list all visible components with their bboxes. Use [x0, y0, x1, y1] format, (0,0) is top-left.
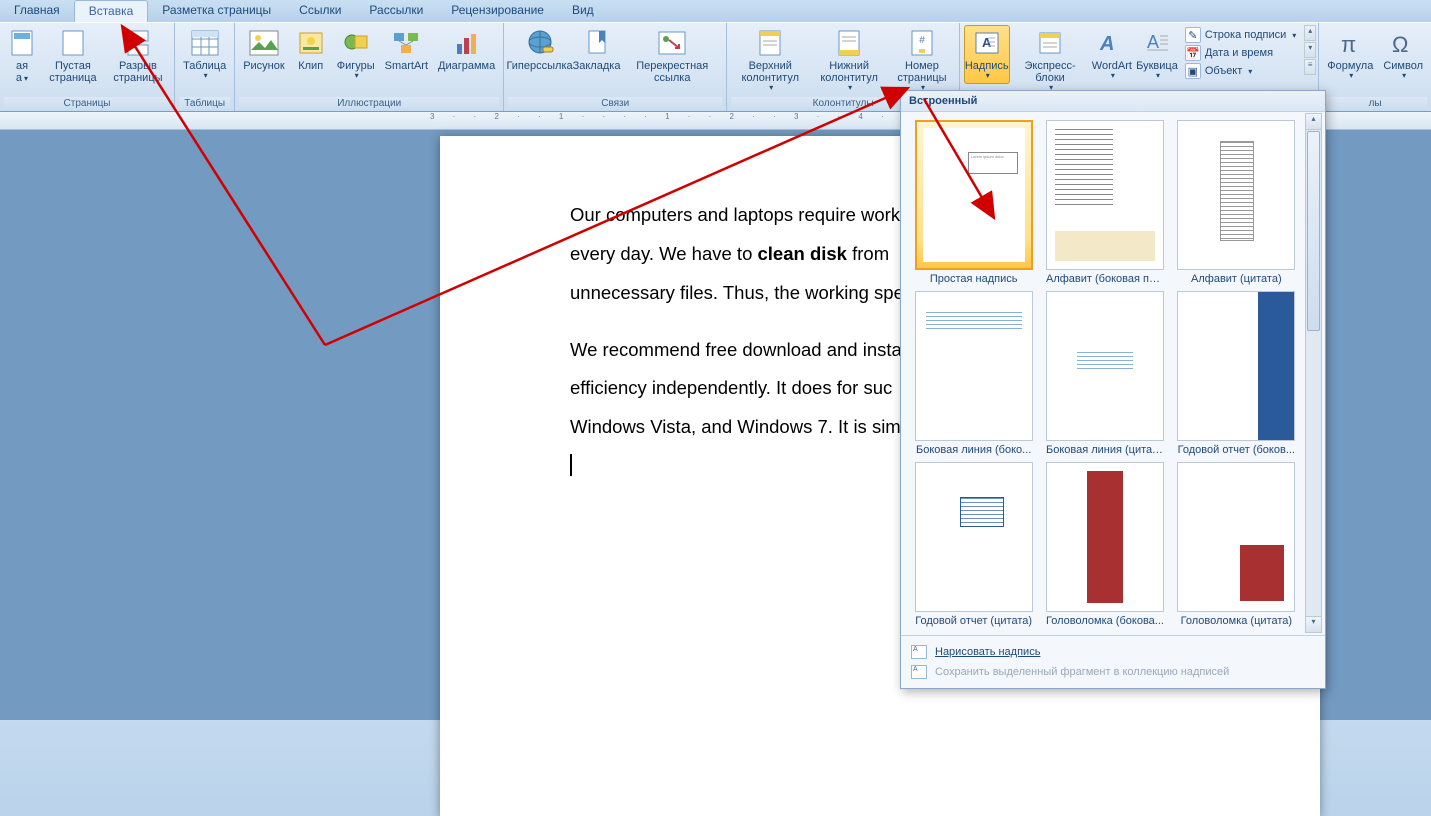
object-button[interactable]: ▣Объект [1185, 63, 1296, 79]
gallery-item-simple[interactable]: Lorem ipsum dolor Простая надпись [911, 120, 1036, 285]
textbox-button[interactable]: AНадпись [964, 25, 1010, 84]
pagenumber-button[interactable]: #Номер страницы [889, 25, 955, 96]
tab-home[interactable]: Главная [0, 0, 74, 22]
header-button[interactable]: Верхний колонтитул [731, 25, 809, 96]
draw-textbox-button[interactable]: Нарисовать надпись [909, 642, 1317, 662]
group-pages-label: Страницы [4, 97, 170, 111]
gallery-item-alphabet-quote[interactable]: Алфавит (цитата) [1174, 120, 1299, 285]
group-illustrations: Рисунок Клип Фигуры SmartArt Диаграмма И… [235, 23, 504, 111]
tab-view[interactable]: Вид [558, 0, 608, 22]
svg-text:π: π [1341, 32, 1356, 56]
gallery-item-puzzle-side[interactable]: Головоломка (бокова... [1042, 462, 1167, 627]
hyperlink-button[interactable]: Гиперссылка [508, 25, 571, 75]
tab-references[interactable]: Ссылки [285, 0, 355, 22]
bookmark-button[interactable]: Закладка [573, 25, 620, 75]
group-links-label: Связи [508, 97, 722, 111]
gallery-item-alphabet-side[interactable]: Алфавит (боковая по... [1042, 120, 1167, 285]
ribbon-scroll-up[interactable]: ▴ [1304, 25, 1316, 41]
gallery-item-sideline-quote[interactable]: Боковая линия (цитата) [1042, 291, 1167, 456]
shapes-button[interactable]: Фигуры [333, 25, 379, 84]
quickparts-button[interactable]: Экспресс-блоки [1012, 25, 1089, 96]
tab-review[interactable]: Рецензирование [437, 0, 558, 22]
textbox-icon [911, 645, 927, 659]
svg-text:Ω: Ω [1392, 32, 1408, 56]
smartart-button[interactable]: SmartArt [381, 25, 432, 75]
text-cursor [570, 454, 572, 476]
tab-insert[interactable]: Вставка [74, 0, 149, 22]
group-pages: аяа Пустая страница Разрыв страницы Стра… [0, 23, 175, 111]
textbox-gallery: Встроенный Lorem ipsum dolor Простая над… [900, 90, 1326, 689]
clip-button[interactable]: Клип [291, 25, 331, 75]
page-break-button[interactable]: Разрыв страницы [106, 25, 170, 87]
scroll-thumb[interactable] [1307, 131, 1320, 331]
gallery-item-annual-quote[interactable]: Годовой отчет (цитата) [911, 462, 1036, 627]
datetime-button[interactable]: 📅Дата и время [1185, 45, 1296, 61]
picture-button[interactable]: Рисунок [239, 25, 289, 75]
save-selection-button: Сохранить выделенный фрагмент в коллекци… [909, 662, 1317, 682]
scroll-up-button[interactable]: ▴ [1306, 114, 1321, 130]
gallery-item-puzzle-quote[interactable]: Головоломка (цитата) [1174, 462, 1299, 627]
group-tables-label: Таблицы [179, 97, 230, 111]
tab-mailings[interactable]: Рассылки [355, 0, 437, 22]
chart-button[interactable]: Диаграмма [434, 25, 499, 75]
scroll-down-button[interactable]: ▾ [1306, 616, 1321, 632]
crossref-button[interactable]: Перекрестная ссылка [622, 25, 722, 87]
ribbon-tabs: Главная Вставка Разметка страницы Ссылки… [0, 0, 1431, 22]
gallery-section-header: Встроенный [901, 91, 1325, 112]
symbol-button[interactable]: ΩСимвол [1379, 25, 1427, 84]
calendar-icon: 📅 [1185, 45, 1201, 61]
signature-line-button[interactable]: ✎Строка подписи [1185, 27, 1296, 43]
svg-text:A: A [1099, 33, 1114, 55]
gallery-item-sideline-side[interactable]: Боковая линия (боко... [911, 291, 1036, 456]
group-symbols: πФормула ΩСимвол лы [1318, 23, 1431, 111]
cover-page-button[interactable]: аяа [4, 25, 40, 87]
save-icon [911, 665, 927, 679]
group-illustrations-label: Иллюстрации [239, 97, 499, 111]
group-symbols-label: лы [1323, 97, 1427, 111]
footer-button[interactable]: Нижний колонтитул [811, 25, 887, 96]
group-links: Гиперссылка Закладка Перекрестная ссылка… [504, 23, 727, 111]
svg-text:#: # [919, 35, 925, 46]
group-tables: Таблица Таблицы [175, 23, 235, 111]
tab-layout[interactable]: Разметка страницы [148, 0, 285, 22]
table-button[interactable]: Таблица [179, 25, 230, 84]
object-icon: ▣ [1185, 63, 1201, 79]
ribbon-scroll-more[interactable]: ≡ [1304, 59, 1316, 75]
signature-icon: ✎ [1185, 27, 1201, 43]
ribbon-scroll-down[interactable]: ▾ [1304, 42, 1316, 58]
gallery-scrollbar[interactable]: ▴ ▾ [1305, 113, 1322, 633]
svg-text:A: A [1147, 32, 1159, 52]
wordart-button[interactable]: AWordArt [1091, 25, 1133, 84]
dropcap-button[interactable]: AБуквица [1135, 25, 1179, 84]
gallery-item-annual-side[interactable]: Годовой отчет (боков... [1174, 291, 1299, 456]
blank-page-button[interactable]: Пустая страница [42, 25, 104, 87]
equation-button[interactable]: πФормула [1323, 25, 1377, 84]
